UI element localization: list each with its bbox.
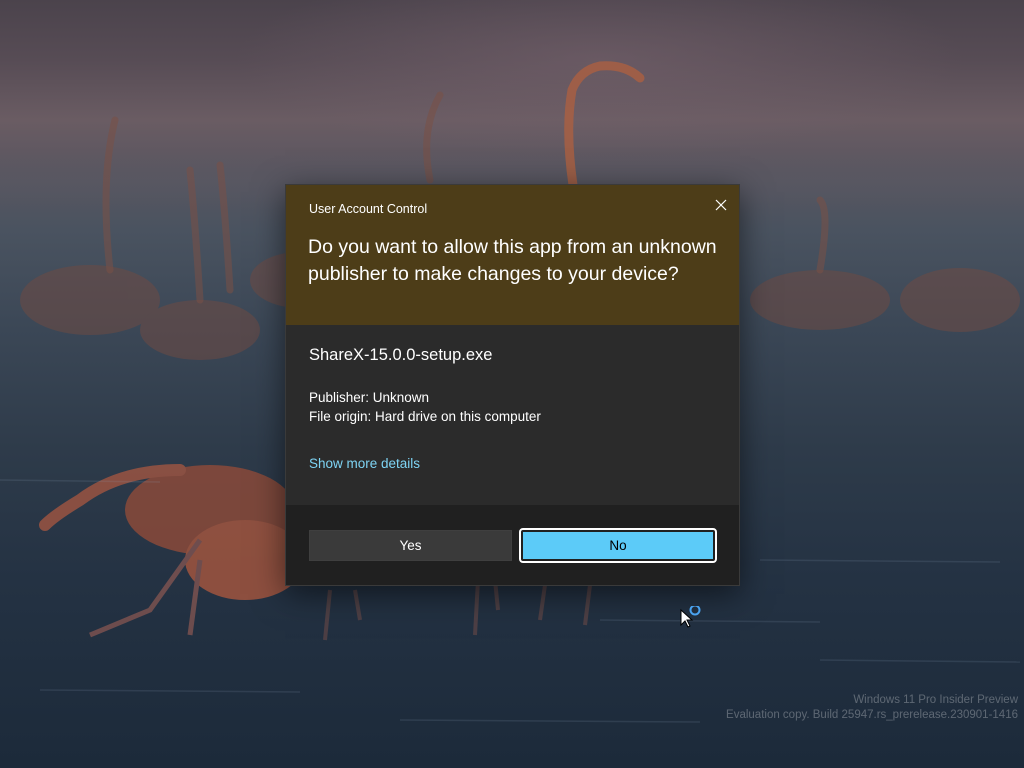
no-button[interactable]: No bbox=[523, 532, 713, 559]
desktop-wallpaper: User Account Control Do you want to allo… bbox=[0, 0, 1024, 768]
close-button[interactable] bbox=[706, 191, 736, 219]
watermark-line-1: Windows 11 Pro Insider Preview bbox=[853, 694, 1018, 706]
publisher-info: Publisher: Unknown bbox=[309, 390, 430, 405]
watermark-line-2: Evaluation copy. Build 25947.rs_prerelea… bbox=[726, 709, 1018, 721]
uac-dialog: User Account Control Do you want to allo… bbox=[285, 184, 740, 586]
file-origin-info: File origin: Hard drive on this computer bbox=[309, 409, 541, 424]
yes-button[interactable]: Yes bbox=[309, 530, 512, 561]
close-icon bbox=[715, 199, 727, 211]
app-name: ShareX-15.0.0-setup.exe bbox=[309, 346, 493, 364]
show-more-details-link[interactable]: Show more details bbox=[309, 456, 420, 471]
windows-watermark: Windows 11 Pro Insider Preview Evaluatio… bbox=[726, 693, 1018, 723]
uac-question: Do you want to allow this app from an un… bbox=[308, 236, 717, 285]
busy-pointer-icon bbox=[680, 606, 701, 628]
dialog-title: User Account Control bbox=[309, 202, 428, 216]
